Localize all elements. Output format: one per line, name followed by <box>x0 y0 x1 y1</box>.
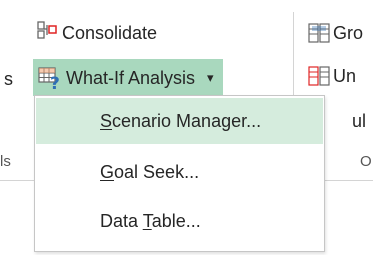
menu-item-label: Data Table... <box>100 211 201 231</box>
what-if-analysis-button[interactable]: ? What-If Analysis ▾ <box>33 59 223 96</box>
ungroup-label: Un <box>333 66 357 86</box>
consolidate-icon <box>37 21 57 39</box>
ungroup-button[interactable]: Un <box>308 63 373 93</box>
outline-group-label-partial: O <box>360 153 372 170</box>
chevron-down-icon: ▾ <box>207 70 214 85</box>
consolidate-label: Consolidate <box>62 23 158 43</box>
ribbon-left-group-label-partial: ls <box>0 153 11 170</box>
ribbon-group-separator <box>293 12 294 102</box>
what-if-analysis-icon: ? <box>38 67 60 91</box>
group-icon <box>308 23 330 43</box>
ungroup-icon <box>308 66 330 86</box>
menu-item-label: Goal Seek... <box>100 162 200 182</box>
what-if-analysis-label: What-If Analysis <box>66 68 196 88</box>
menu-item-scenario-manager[interactable]: Scenario Manager... <box>36 98 323 144</box>
menu-item-goal-seek[interactable]: Goal Seek... <box>36 149 323 195</box>
group-button[interactable]: Gro <box>308 20 373 50</box>
menu-item-data-table[interactable]: Data Table... <box>36 198 323 244</box>
svg-text:?: ? <box>50 74 60 91</box>
menu-item-label: Scenario Manager... <box>100 111 262 131</box>
consolidate-button[interactable]: Consolidate <box>36 20 222 50</box>
subtotal-label-partial: ul <box>352 111 367 131</box>
ribbon-left-partial-text: s <box>4 69 13 89</box>
what-if-analysis-dropdown: Scenario Manager... Goal Seek... Data Ta… <box>34 95 325 252</box>
group-label: Gro <box>333 23 364 43</box>
